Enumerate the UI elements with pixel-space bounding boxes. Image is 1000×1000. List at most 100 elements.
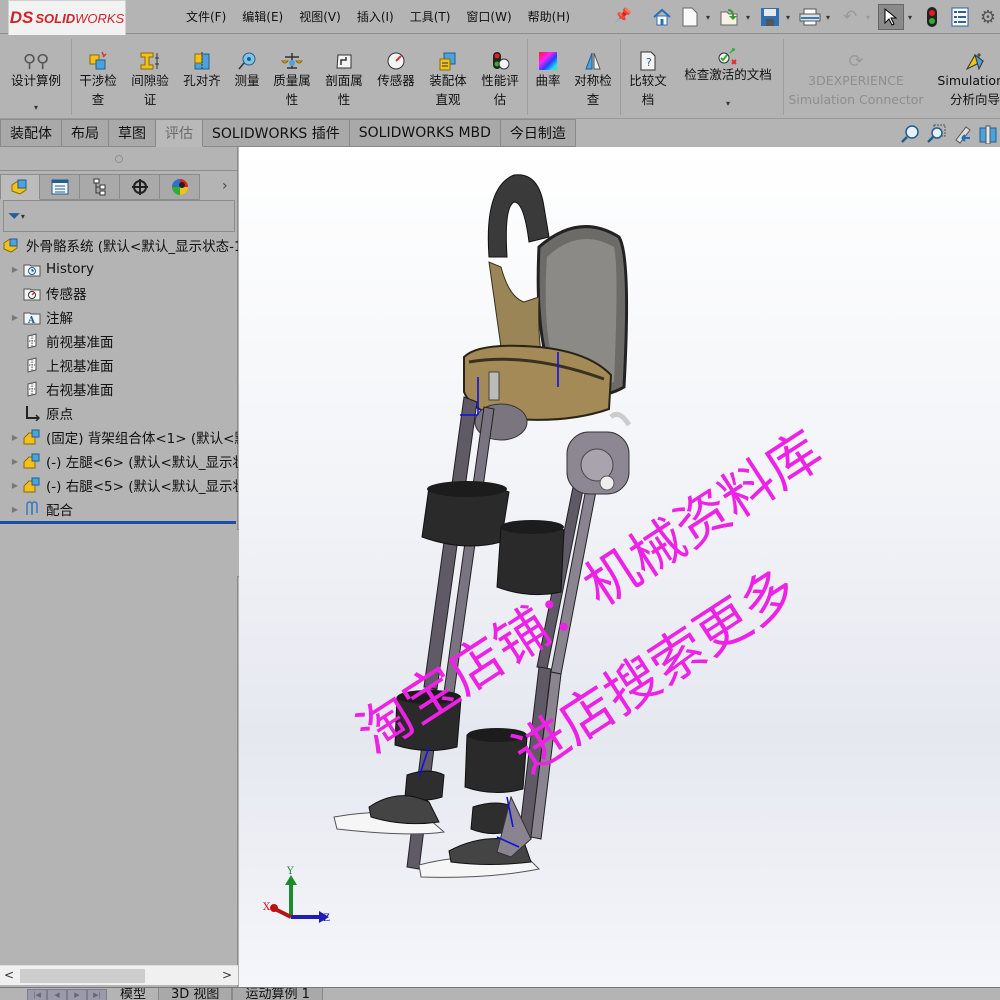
tree-filter[interactable]: ⏷ ▾ (3, 200, 235, 232)
history-folder-icon (22, 260, 42, 278)
graphics-area[interactable]: 淘宝店铺：机械资料库 进店搜索更多 Y X Z (239, 147, 1000, 987)
tab-3d-views[interactable]: 3D 视图 (158, 988, 233, 1000)
tab-model[interactable]: 模型 (108, 988, 159, 1000)
tree-item-annotations[interactable]: ▶ A 注解 (0, 305, 238, 329)
prev-tab-icon[interactable]: ◀ (47, 989, 67, 1000)
next-tab-icon[interactable]: ▶ (67, 989, 87, 1000)
menu-tools[interactable]: 工具(T) (402, 8, 459, 25)
subassembly-icon (22, 452, 42, 470)
title-bar: DS SOLID WORKS 文件(F) 编辑(E) 视图(V) 插入(I) 工具… (0, 0, 1000, 36)
select-dropdown-icon[interactable]: ▾ (908, 13, 916, 22)
sensor-button[interactable]: 传感器 (372, 35, 420, 119)
select-icon[interactable] (878, 4, 904, 30)
expand-arrow-icon[interactable]: ▶ (8, 313, 22, 322)
design-study-dropdown-icon[interactable]: ▾ (34, 98, 38, 117)
curvature-button[interactable]: 曲率 (530, 35, 566, 119)
section-view-icon[interactable] (978, 124, 998, 148)
configurationmanager-tab[interactable] (80, 174, 120, 200)
tree-item-left-leg[interactable]: ▶ (-) 左腿<6> (默认<默认_显示状态-1>) (0, 449, 238, 473)
home-icon[interactable] (650, 5, 674, 29)
tab-solidworks-mbd[interactable]: SOLIDWORKS MBD (349, 119, 501, 147)
file-properties-icon[interactable] (948, 5, 972, 29)
zoom-to-area-icon[interactable] (926, 124, 946, 148)
panel-splitter[interactable] (0, 147, 237, 171)
tree-item-origin[interactable]: 原点 (0, 401, 238, 425)
clearance-verification-button[interactable]: 间隙验 证 (126, 35, 174, 119)
ds-logo-mark: DS (9, 8, 34, 27)
dimxpertmanager-tab[interactable] (120, 174, 160, 200)
tree-item-mates[interactable]: ▶ 配合 (0, 497, 238, 521)
propertymanager-tab[interactable] (40, 174, 80, 200)
filter-dropdown-icon[interactable]: ▾ (21, 212, 25, 221)
simulationxpress-icon (965, 45, 985, 71)
zoom-to-fit-icon[interactable] (900, 124, 920, 148)
menu-edit[interactable]: 编辑(E) (234, 8, 291, 25)
scrollbar-thumb[interactable] (20, 969, 145, 983)
3dexperience-simulation-connector-button[interactable]: ⟳ 3DEXPERIENCE Simulation Connector (786, 35, 926, 119)
tree-item-right-plane[interactable]: 右视基准面 (0, 377, 238, 401)
tree-item-right-leg[interactable]: ▶ (-) 右腿<5> (默认<默认_显示状态-1>) (0, 473, 238, 497)
solidworks-logo[interactable]: DS SOLID WORKS (8, 0, 126, 36)
tree-item-front-plane[interactable]: 前视基准面 (0, 329, 238, 353)
expand-arrow-icon[interactable]: ▶ (8, 481, 22, 490)
new-dropdown-icon[interactable]: ▾ (706, 13, 714, 22)
scroll-right-icon[interactable]: > (222, 968, 232, 982)
expand-arrow-icon[interactable]: ▶ (8, 457, 22, 466)
print-dropdown-icon[interactable]: ▾ (826, 13, 834, 22)
open-icon[interactable] (718, 5, 742, 29)
tab-sketch[interactable]: 草图 (109, 119, 156, 147)
interference-check-button[interactable]: 干涉检 查 (74, 35, 122, 119)
tree-item-sensors[interactable]: 传感器 (0, 281, 238, 305)
tab-assembly[interactable]: 装配体 (0, 119, 62, 147)
expand-arrow-icon[interactable]: ▶ (8, 505, 22, 514)
measure-button[interactable]: 测量 (229, 35, 265, 119)
save-icon[interactable] (758, 5, 782, 29)
tree-item-top-plane[interactable]: 上视基准面 (0, 353, 238, 377)
tree-horizontal-scrollbar[interactable]: < > (0, 965, 238, 985)
pin-menu-icon[interactable]: 📌 (614, 8, 631, 24)
first-tab-icon[interactable]: |◀ (27, 989, 47, 1000)
menu-file[interactable]: 文件(F) (178, 8, 234, 25)
hole-alignment-button[interactable]: 孔对齐 (178, 35, 226, 119)
tab-solidworks-addins[interactable]: SOLIDWORKS 插件 (203, 119, 350, 147)
section-properties-label-2: 性 (337, 92, 351, 107)
featuremanager-tab[interactable] (0, 174, 40, 200)
expand-arrow-icon[interactable]: ▶ (8, 433, 22, 442)
check-active-dropdown-icon[interactable]: ▾ (726, 94, 730, 113)
performance-evaluation-button[interactable]: 性能评 估 (476, 35, 524, 119)
tree-root-assembly[interactable]: 外骨骼系统 (默认<默认_显示状态-1>) (0, 233, 238, 257)
tree-item-history[interactable]: ▶ History (0, 257, 238, 281)
save-dropdown-icon[interactable]: ▾ (786, 13, 794, 22)
rollback-bar[interactable] (0, 521, 236, 524)
tab-make-today[interactable]: 今日制造 (500, 119, 576, 147)
menu-window[interactable]: 窗口(W) (458, 8, 519, 25)
design-study-button[interactable]: ⚲⚲ 设计算例 ▾ (4, 35, 68, 119)
compare-documents-button[interactable]: ? 比较文 档 (624, 35, 672, 119)
rebuild-icon[interactable] (920, 5, 944, 29)
menu-help[interactable]: 帮助(H) (520, 8, 578, 25)
tree-item-back-frame-assembly[interactable]: ▶ (固定) 背架组合体<1> (默认<默认_显示状态-1>) (0, 425, 238, 449)
symmetry-check-button[interactable]: 对称检 查 (568, 35, 618, 119)
new-document-icon[interactable] (678, 5, 702, 29)
print-icon[interactable] (798, 5, 822, 29)
section-properties-button[interactable]: 剖面属 性 (320, 35, 368, 119)
open-dropdown-icon[interactable]: ▾ (746, 13, 754, 22)
check-active-document-button[interactable]: 检查激活的文档 ▾ (676, 35, 780, 119)
last-tab-icon[interactable]: ▶| (87, 989, 107, 1000)
tab-motion-study-1[interactable]: 运动算例 1 (232, 988, 323, 1000)
displaymanager-tab[interactable] (160, 174, 200, 200)
previous-view-icon[interactable] (952, 124, 972, 148)
undo-icon[interactable]: ↶ (838, 5, 862, 29)
tab-layout[interactable]: 布局 (62, 119, 109, 147)
tab-evaluate[interactable]: 评估 (156, 119, 203, 147)
more-tabs-chevron-icon[interactable]: › (222, 178, 228, 194)
assembly-visualization-button[interactable]: 装配体 直观 (424, 35, 472, 119)
simulationxpress-button[interactable]: SimulationX 分析向导 (930, 35, 1000, 119)
menu-view[interactable]: 视图(V) (291, 8, 349, 25)
undo-dropdown-icon[interactable]: ▾ (866, 13, 874, 22)
mass-properties-button[interactable]: 质量属 性 (268, 35, 316, 119)
menu-insert[interactable]: 插入(I) (349, 8, 402, 25)
expand-arrow-icon[interactable]: ▶ (8, 265, 22, 274)
options-icon[interactable]: ⚙ (976, 5, 1000, 29)
scroll-left-icon[interactable]: < (4, 968, 14, 982)
